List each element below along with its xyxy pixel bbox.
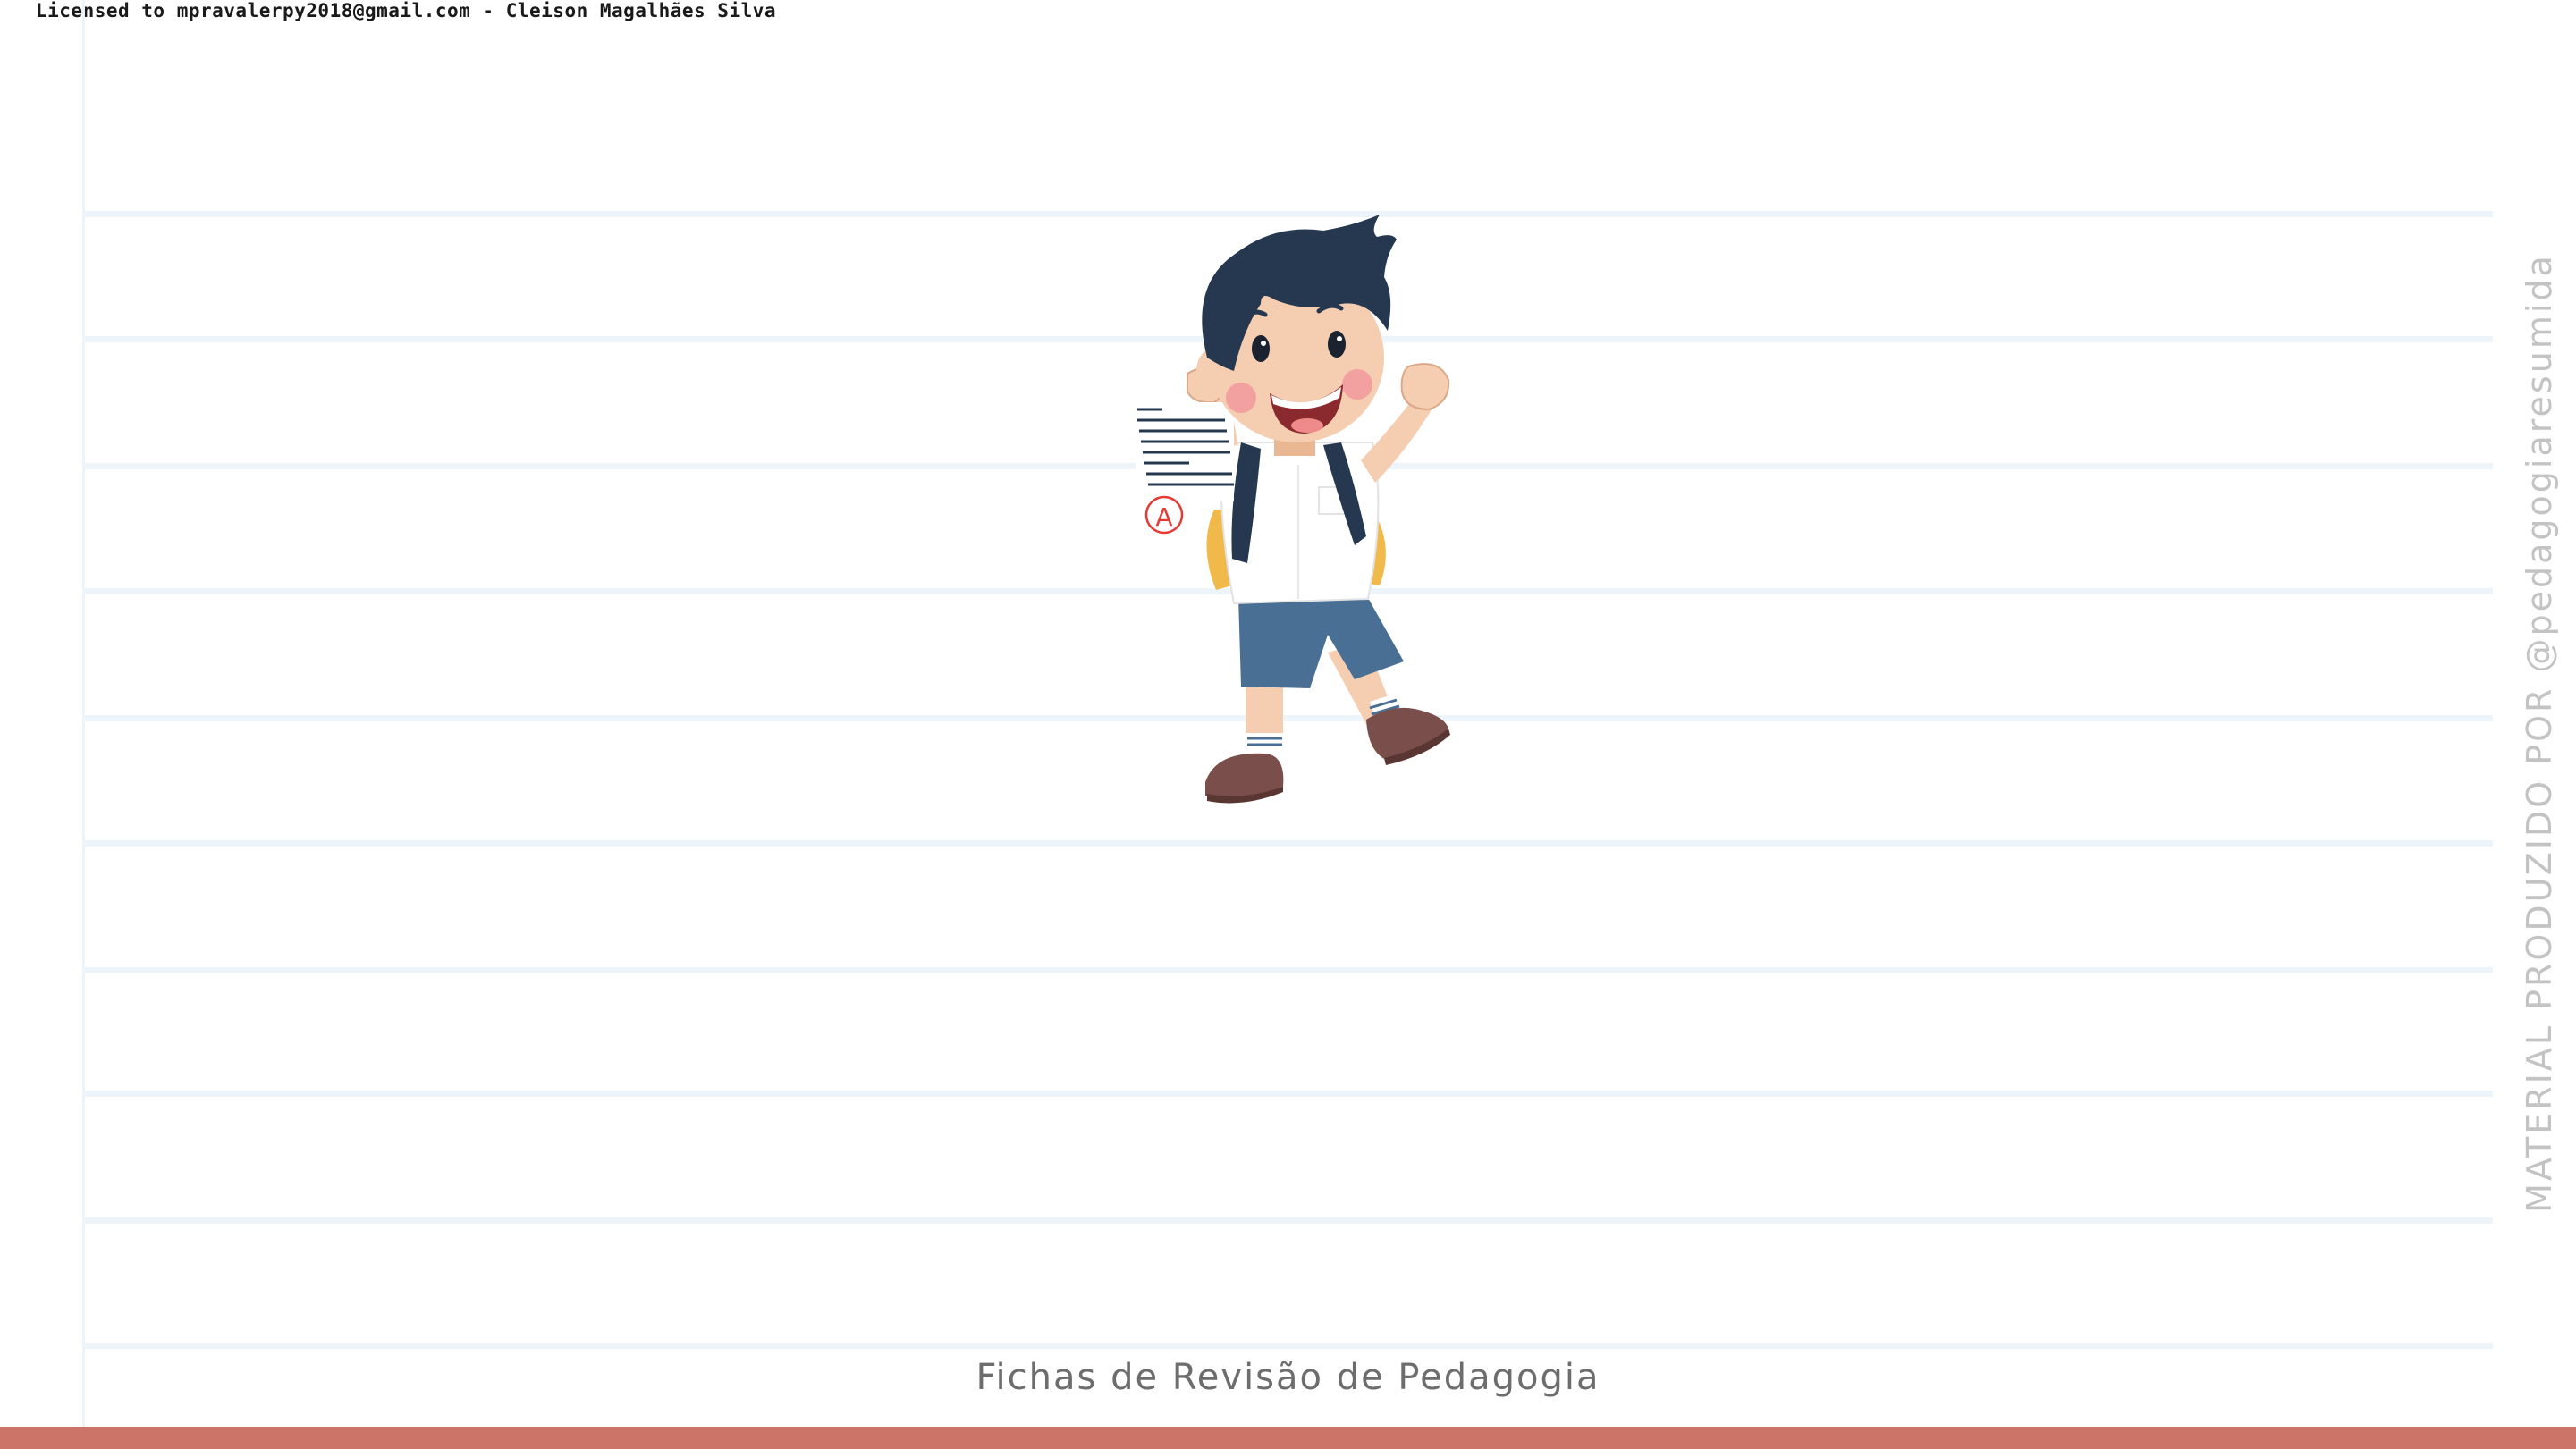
ruled-line xyxy=(82,1091,2493,1097)
license-notice: Licensed to mpravalerpy2018@gmail.com - … xyxy=(36,0,777,21)
shorts xyxy=(1238,590,1404,688)
page-footer-title: Fichas de Revisão de Pedagogia xyxy=(976,1357,1600,1398)
student-illustration: A xyxy=(1136,215,1450,804)
grade-mark: A xyxy=(1155,502,1172,532)
ruled-line xyxy=(82,1343,2493,1349)
fist-right xyxy=(1400,363,1450,411)
credit-text: MATERIAL PRODUZIDO POR @pedagogiaresumid… xyxy=(2520,253,2559,1213)
ruled-line xyxy=(82,840,2493,847)
ruled-line xyxy=(82,1217,2493,1224)
bottom-accent-bar xyxy=(0,1427,2576,1449)
ruled-line xyxy=(82,967,2493,973)
credit-wrap: MATERIAL PRODUZIDO POR @pedagogiaresumid… xyxy=(2513,253,2566,1213)
